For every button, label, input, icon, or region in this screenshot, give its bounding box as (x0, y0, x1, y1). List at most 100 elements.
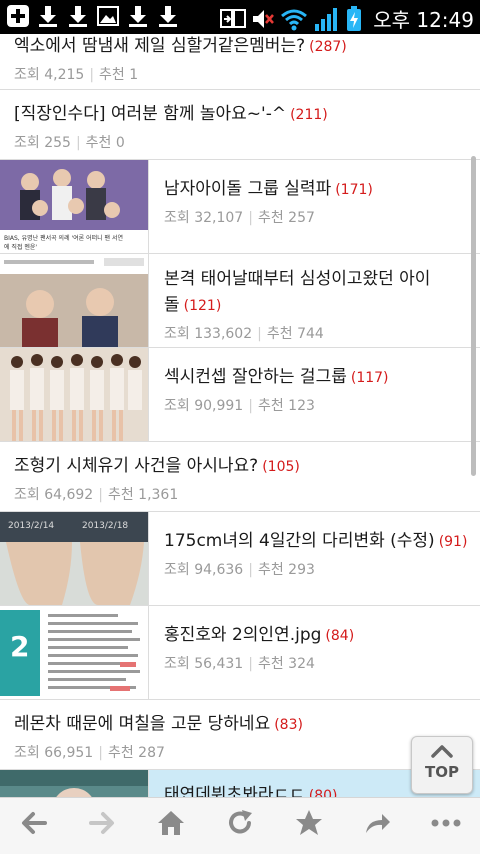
views-label: 조회 (164, 398, 190, 414)
likes-label: 추천 (257, 562, 284, 578)
likes-label: 추천 (107, 745, 134, 761)
svg-text:2: 2 (10, 630, 29, 663)
likes-label: 추천 (85, 135, 112, 151)
forward-button[interactable] (80, 808, 124, 844)
share-icon (366, 814, 390, 833)
views-label: 조회 (14, 67, 40, 83)
views-count: 133,602 (194, 326, 253, 342)
battery-icon (347, 5, 362, 31)
likes-label: 추천 (99, 67, 125, 83)
more-icon (431, 819, 461, 827)
likes-label: 추천 (257, 398, 284, 414)
more-menu-button[interactable] (424, 808, 468, 844)
post-thumbnail: BIAS, 유명난 팬서곡 의례 '여론 어떠니 팬 서연 에 직접 멘윤' (0, 160, 149, 253)
mute-icon (253, 9, 275, 28)
views-count: 4,215 (44, 67, 85, 83)
list-item[interactable]: 조형기 시체유기 사건을 아시나요? (105) 조회 64,692 | 추천 1,3… (0, 442, 480, 512)
likes-count: 1 (129, 67, 139, 83)
post-meta: 조회 4,215 | 추천 1 (14, 67, 139, 83)
likes-count: 287 (138, 745, 165, 761)
list-item[interactable]: 태연데뷔초봐라ㄷㄷ (80) (0, 770, 480, 797)
comment-count: (121) (183, 298, 222, 314)
likes-label: 추천 (257, 656, 284, 672)
likes-count: 257 (288, 210, 315, 226)
list-item[interactable]: [직장인수다] 여러분 함께 놀아요~'-^ (211) 조회 255 | 추천 0 (0, 90, 480, 160)
views-label: 조회 (164, 656, 190, 672)
clock: 오후 12:49 (373, 8, 474, 32)
image-icon (97, 6, 119, 26)
wifi-icon (281, 9, 308, 30)
arrow-right-icon (89, 812, 114, 834)
comment-count: (91) (438, 534, 468, 550)
views-label: 조회 (14, 745, 40, 761)
post-title: 섹시컨셉 잘안하는 걸그룹 (164, 367, 347, 387)
likes-label: 추천 (107, 487, 134, 503)
svg-text:에 직접 멘윤': 에 직접 멘윤' (4, 243, 37, 251)
post-thumbnail: 2 (0, 606, 149, 699)
views-count: 32,107 (194, 210, 244, 226)
share-button[interactable] (355, 808, 399, 844)
scroll-to-top-button[interactable]: TOP (411, 736, 473, 794)
comment-count: (105) (262, 459, 300, 475)
likes-count: 744 (297, 326, 324, 342)
post-meta: 조회 94,636 | 추천 293 (164, 562, 315, 578)
views-label: 조회 (164, 562, 190, 578)
views-count: 64,692 (44, 487, 94, 503)
post-meta: 조회 90,991 | 추천 123 (164, 398, 315, 414)
comment-count: (83) (274, 717, 303, 733)
likes-label: 추천 (266, 326, 293, 342)
comment-count: (117) (350, 370, 389, 386)
back-button[interactable] (12, 808, 56, 844)
comment-count: (287) (309, 39, 347, 55)
list-item[interactable]: 본격 태어날때부터 심성이고왔던 아이돌 (121) 조회 133,602 | 추천 … (0, 254, 480, 348)
post-meta: 조회 32,107 | 추천 257 (164, 210, 315, 226)
views-label: 조회 (14, 135, 40, 151)
post-title: 태연데뷔초봐라ㄷㄷ (164, 785, 305, 797)
post-title: 엑소에서 땀냄새 제일 심할거같은멤버는? (14, 36, 306, 56)
list-item[interactable]: 섹시컨셉 잘안하는 걸그룹 (117) 조회 90,991 | 추천 123 (0, 348, 480, 442)
post-meta: 조회 64,692 | 추천 1,361 (14, 487, 179, 503)
post-thumbnail (0, 254, 149, 347)
list-item[interactable]: 레몬차 때문에 며칠을 고문 당하네요 (83) 조회 66,951 | 추천 287 (0, 700, 480, 770)
views-label: 조회 (164, 326, 190, 342)
post-title: 레몬차 때문에 며칠을 고문 당하네요 (14, 714, 271, 734)
post-thumbnail: 2013/2/14 2013/2/18 (0, 512, 149, 605)
refresh-icon (229, 810, 252, 834)
svg-text:2013/2/14: 2013/2/14 (8, 521, 54, 531)
post-list[interactable]: 엑소에서 땀냄새 제일 심할거같은멤버는? (287) 조회 4,215 | 추천 1… (0, 34, 480, 797)
bookmark-button[interactable] (287, 808, 331, 844)
home-button[interactable] (149, 808, 193, 844)
likes-count: 293 (288, 562, 315, 578)
system-icons: 오후 12:49 (220, 4, 474, 33)
post-title: 남자아이돌 그룹 실력파 (164, 179, 332, 199)
download-icon (129, 6, 147, 27)
list-item[interactable]: 엑소에서 땀냄새 제일 심할거같은멤버는? (287) 조회 4,215 | 추천 1 (0, 34, 480, 90)
views-count: 94,636 (194, 562, 244, 578)
post-thumbnail (0, 770, 149, 797)
post-title: [직장인수다] 여러분 함께 놀아요~'-^ (14, 104, 287, 124)
signal-icon (315, 7, 338, 31)
views-count: 90,991 (194, 398, 244, 414)
add-icon (7, 5, 29, 27)
views-count: 56,431 (194, 656, 244, 672)
top-label: TOP (425, 763, 459, 781)
list-item[interactable]: BIAS, 유명난 팬서곡 의례 '여론 어떠니 팬 서연 에 직접 멘윤' 남… (0, 160, 480, 254)
views-label: 조회 (164, 210, 190, 226)
scrollbar-thumb[interactable] (471, 156, 476, 476)
post-meta: 조회 66,951 | 추천 287 (14, 745, 165, 761)
post-meta: 조회 255 | 추천 0 (14, 135, 125, 151)
list-item[interactable]: 2013/2/14 2013/2/18 175cm녀의 4일간의 다리변화 (수… (0, 512, 480, 606)
post-title: 175cm녀의 4일간의 다리변화 (수정) (164, 531, 435, 551)
arrow-left-icon (22, 812, 47, 834)
notification-icons (6, 4, 180, 28)
likes-count: 0 (115, 135, 125, 151)
star-icon (296, 810, 322, 835)
refresh-button[interactable] (218, 808, 262, 844)
post-meta: 조회 56,431 | 추천 324 (164, 656, 315, 672)
post-title: 조형기 시체유기 사건을 아시나요? (14, 456, 259, 476)
likes-count: 324 (288, 656, 315, 672)
list-item[interactable]: 2 홍진호와 2의인연.jpg (84) 조회 56,431 | 추천 324 (0, 606, 480, 700)
post-meta: 조회 133,602 | 추천 744 (164, 326, 324, 342)
status-bar: 오후 12:49 (0, 0, 480, 34)
likes-label: 추천 (257, 210, 284, 226)
